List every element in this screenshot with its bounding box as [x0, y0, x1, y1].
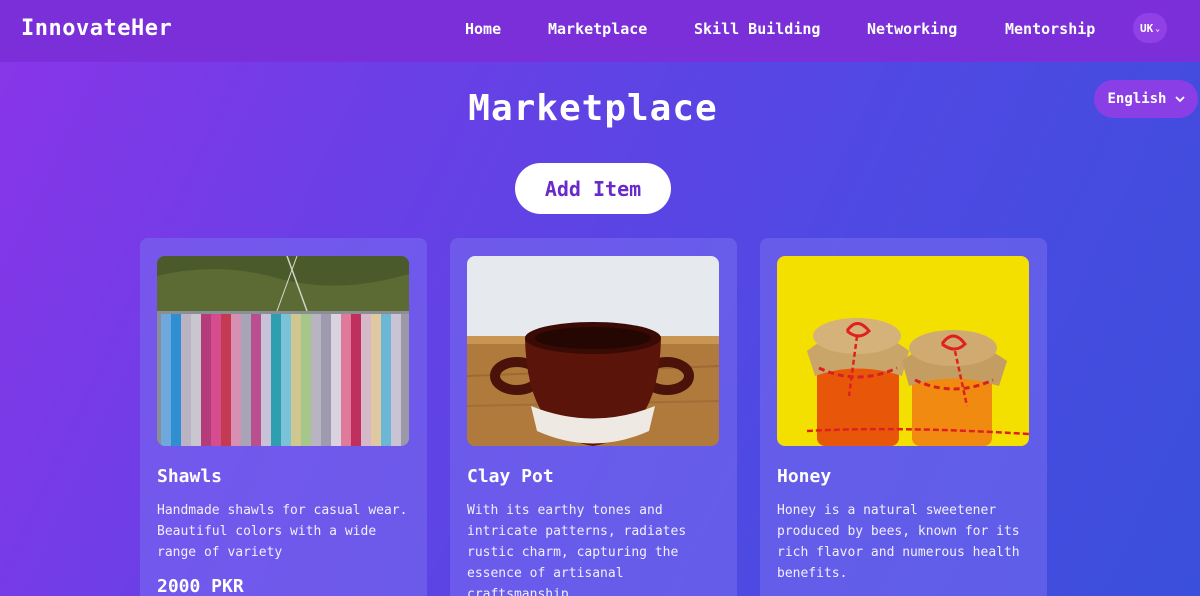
nav-networking[interactable]: Networking — [867, 20, 957, 38]
language-code: UK — [1139, 21, 1154, 35]
product-image-honey[interactable] — [777, 256, 1029, 446]
product-title: Honey — [777, 466, 832, 487]
product-card-honey[interactable]: Honey Honey is a natural sweetener produ… — [760, 238, 1047, 596]
nav-skill-building[interactable]: Skill Building — [694, 20, 820, 38]
language-flag-button[interactable]: UK ⌄ — [1133, 13, 1167, 43]
product-price: 2000 PKR — [157, 576, 244, 596]
nav-links: Home Marketplace Skill Building Networki… — [0, 0, 1200, 62]
product-description: Honey is a natural sweetener produced by… — [777, 503, 1020, 581]
product-card-shawls[interactable]: Shawls Handmade shawls for casual wear. … — [140, 238, 427, 596]
chevron-down-icon: ⌄ — [1155, 23, 1161, 33]
top-navbar: InnovateHer Home Marketplace Skill Build… — [0, 0, 1200, 62]
product-title: Clay Pot — [467, 466, 554, 487]
product-description: With its earthy tones and intricate patt… — [467, 503, 687, 596]
add-item-button[interactable]: Add Item — [515, 163, 671, 214]
nav-home[interactable]: Home — [465, 20, 501, 38]
product-description: Handmade shawls for casual wear. Beautif… — [157, 503, 408, 560]
nav-marketplace[interactable]: Marketplace — [548, 20, 647, 38]
nav-mentorship[interactable]: Mentorship — [1005, 20, 1095, 38]
product-image-shawls[interactable] — [157, 256, 409, 446]
product-card-clay-pot[interactable]: Clay Pot With its earthy tones and intri… — [450, 238, 737, 596]
product-title: Shawls — [157, 466, 223, 487]
product-image-clay-pot[interactable] — [467, 256, 719, 446]
page-title: Marketplace — [468, 88, 718, 129]
